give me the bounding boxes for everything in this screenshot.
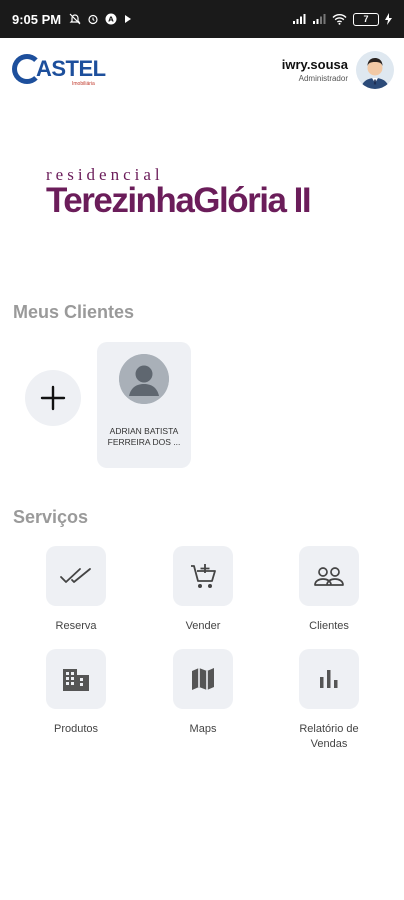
map-icon xyxy=(192,668,214,690)
service-reserva[interactable]: Reserva xyxy=(28,546,124,634)
user-profile[interactable]: iwry.sousa Administrador xyxy=(282,51,394,89)
status-bar: 9:05 PM A 7 xyxy=(0,0,404,38)
charging-icon xyxy=(385,13,392,25)
clients-section-title: Meus Clientes xyxy=(13,302,135,322)
service-label: Produtos xyxy=(53,723,99,735)
app-notification-icon: A xyxy=(105,13,117,25)
svg-text:A: A xyxy=(108,16,114,24)
user-name: iwry.sousa xyxy=(281,57,348,72)
service-label: Reserva xyxy=(55,620,97,632)
status-notification-icons: A xyxy=(69,13,133,25)
building-icon xyxy=(63,669,89,691)
user-avatar[interactable] xyxy=(356,51,394,89)
status-system-icons: 7 xyxy=(292,12,392,26)
service-label: Vender xyxy=(185,620,221,632)
residential-brand-logo: residencial TerezinhaGlória II xyxy=(46,165,366,225)
service-label: Clientes xyxy=(309,620,349,632)
service-relatorio-vendas[interactable]: Relatório de Vendas xyxy=(281,649,377,752)
castel-logo[interactable]: ASTEL Imobiliária xyxy=(12,53,106,87)
app-header: ASTEL Imobiliária iwry.sousa Administrad… xyxy=(0,38,404,102)
service-maps[interactable]: Maps xyxy=(155,649,251,737)
double-check-icon xyxy=(60,568,91,583)
service-tile xyxy=(173,546,233,606)
people-icon xyxy=(314,567,344,586)
play-icon xyxy=(125,15,132,23)
logo-subtitle: Imobiliária xyxy=(72,80,95,87)
plus-icon xyxy=(40,385,66,411)
client-card[interactable]: ADRIAN BATISTA FERREIRA DOS ... xyxy=(97,342,191,468)
wifi-icon xyxy=(332,14,347,25)
services-section-title: Serviços xyxy=(13,507,89,527)
service-tile xyxy=(173,649,233,709)
service-tile xyxy=(299,546,359,606)
service-produtos[interactable]: Produtos xyxy=(28,649,124,737)
mute-icon xyxy=(69,13,81,25)
cart-add-icon xyxy=(191,564,216,588)
service-tile xyxy=(46,546,106,606)
logo-text: ASTEL xyxy=(36,55,106,81)
signal-2-icon xyxy=(313,14,326,24)
alarm-icon xyxy=(88,14,98,25)
status-time: 9:05 PM xyxy=(12,11,62,27)
brand-big-text: TerezinhaGlória II xyxy=(46,181,312,220)
logo-c-mark xyxy=(12,53,42,84)
battery-level: 7 xyxy=(363,14,369,24)
service-tile xyxy=(299,649,359,709)
user-role: Administrador xyxy=(298,74,348,83)
add-client-button[interactable] xyxy=(25,370,81,426)
battery-icon: 7 xyxy=(353,12,379,26)
service-vender[interactable]: Vender xyxy=(155,546,251,634)
service-tile xyxy=(46,649,106,709)
bar-chart-icon xyxy=(320,670,338,688)
signal-icon xyxy=(293,14,306,24)
service-label: Relatório de Vendas xyxy=(299,723,359,750)
service-clientes[interactable]: Clientes xyxy=(281,546,377,634)
service-label: Maps xyxy=(189,723,217,735)
client-name: ADRIAN BATISTA FERREIRA DOS ... xyxy=(107,426,181,448)
client-avatar-icon xyxy=(119,354,169,404)
